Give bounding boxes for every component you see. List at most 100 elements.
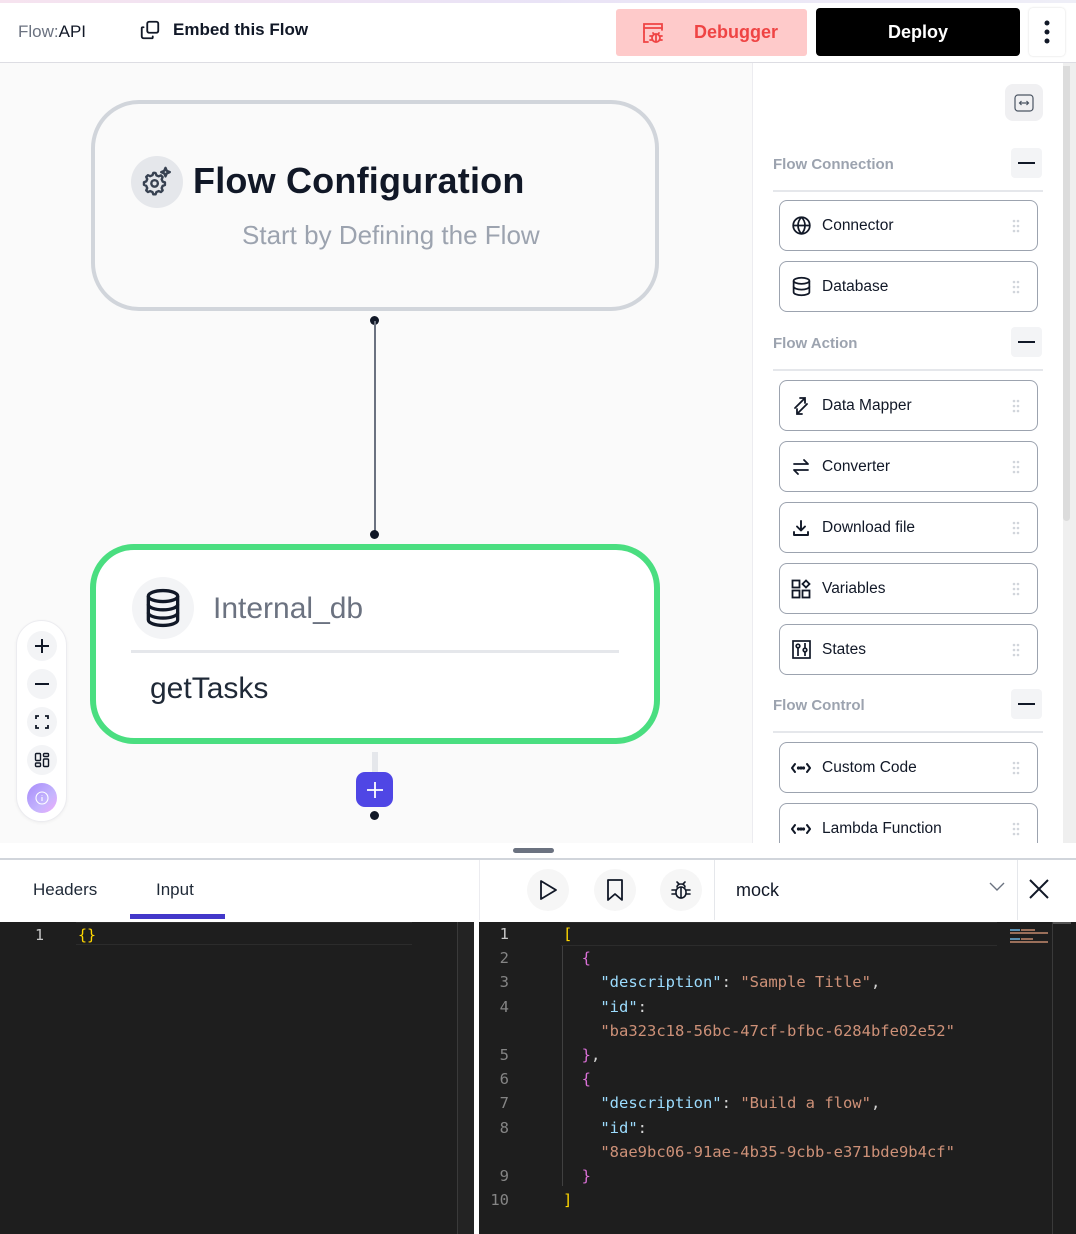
code-text: },: [581, 1046, 601, 1064]
fit-view-button[interactable]: [27, 707, 57, 737]
debugger-label: Debugger: [694, 22, 779, 42]
drag-handle-icon[interactable]: [1012, 521, 1020, 535]
flow-edge: [374, 321, 376, 535]
database-icon: [790, 276, 812, 298]
collapse-section-button[interactable]: [1011, 689, 1042, 719]
palette-item-label: Data Mapper: [822, 396, 912, 414]
deploy-button[interactable]: Deploy: [816, 8, 1020, 56]
debugger-icon: [643, 22, 663, 43]
layout-button[interactable]: [27, 745, 57, 775]
code-line: 8 "id":: [479, 1116, 1009, 1140]
editor-scrollbar-thumb[interactable]: [1053, 922, 1071, 924]
palette-item-label: Download file: [822, 518, 916, 536]
code-text: "id":: [600, 997, 647, 1016]
editor-scrollbar[interactable]: [1052, 922, 1076, 1234]
flow-configuration-node[interactable]: Flow Configuration Start by Defining the…: [91, 100, 659, 311]
node-title: Internal_db: [213, 592, 364, 625]
palette-item-connector[interactable]: Connector: [779, 200, 1038, 251]
section-divider: [773, 731, 1043, 733]
minus-icon: [35, 683, 49, 685]
response-toolbar: mock: [479, 860, 1076, 920]
code-line: 10]: [479, 1188, 1009, 1212]
collapse-section-button[interactable]: [1011, 148, 1042, 178]
drag-handle-icon[interactable]: [1012, 582, 1020, 596]
close-icon[interactable]: [1028, 878, 1050, 900]
mock-select-value: mock: [736, 880, 780, 900]
info-button[interactable]: [27, 783, 57, 813]
palette-item-converter[interactable]: Converter: [779, 441, 1038, 492]
line-number: 1: [35, 926, 45, 944]
download-icon: [790, 517, 812, 539]
node-operation: getTasks: [150, 672, 269, 705]
code-text: "description": "Sample Title",: [600, 973, 881, 992]
tab-input[interactable]: Input: [156, 880, 194, 900]
drag-handle-icon[interactable]: [1012, 761, 1020, 775]
drag-handle-icon[interactable]: [1012, 822, 1020, 836]
palette-item-data-mapper[interactable]: Data Mapper: [779, 380, 1038, 431]
flow-canvas[interactable]: Flow Configuration Start by Defining the…: [0, 63, 752, 858]
drag-handle-icon[interactable]: [1012, 643, 1020, 657]
debugger-button[interactable]: Debugger: [616, 9, 807, 56]
bug-icon: [671, 881, 691, 899]
code-line: 9 }: [479, 1164, 1009, 1188]
sidebar-scrollbar-thumb[interactable]: [1063, 66, 1070, 521]
code-line: 2 {: [479, 946, 1009, 970]
layout-icon: [34, 752, 50, 768]
embed-flow-label: Embed this Flow: [173, 20, 309, 39]
globe-icon: [790, 215, 812, 237]
code-text: "description": "Build a flow",: [600, 1094, 881, 1113]
embed-flow-button[interactable]: Embed this Flow: [139, 19, 308, 41]
mock-select[interactable]: mock: [714, 860, 1018, 920]
input-code-editor[interactable]: 1 {}: [0, 922, 474, 1234]
chevron-down-icon: [989, 882, 1005, 891]
palette-item-custom-code[interactable]: Custom Code: [779, 742, 1038, 793]
connection-handle[interactable]: [370, 530, 379, 539]
add-node-button[interactable]: [356, 772, 393, 807]
internal-db-node[interactable]: Internal_db getTasks: [90, 544, 660, 744]
palette-item-download-file[interactable]: Download file: [779, 502, 1038, 553]
collapse-sidebar-button[interactable]: [1005, 84, 1043, 121]
flow-title-prefix: Flow:: [18, 22, 59, 41]
more-options-button[interactable]: [1029, 8, 1065, 56]
add-node-stem: [372, 752, 378, 774]
code-line: 6 {: [479, 1067, 1009, 1091]
editor-minimap[interactable]: [1006, 926, 1050, 948]
node-title: Flow Configuration: [193, 160, 525, 201]
save-mock-button[interactable]: [594, 869, 636, 911]
zoom-in-button[interactable]: [27, 631, 57, 661]
line-number: 8: [499, 1118, 509, 1137]
variables-icon: [790, 578, 812, 600]
tab-headers[interactable]: Headers: [33, 880, 97, 900]
run-button[interactable]: [527, 869, 569, 911]
debug-button[interactable]: [660, 869, 702, 911]
response-code-editor[interactable]: 1[2 {3 "description": "Sample Title", 4 "…: [479, 922, 1076, 1234]
info-icon: [35, 791, 49, 805]
collapse-section-button[interactable]: [1011, 327, 1042, 357]
palette-item-states[interactable]: States: [779, 624, 1038, 675]
palette-item-label: Connector: [822, 216, 894, 234]
drag-handle-icon[interactable]: [1012, 280, 1020, 294]
kebab-menu-icon: [1044, 20, 1050, 44]
code-text: "8ae9bc06-91ae-4b35-9cbb-e371bde9b4cf": [600, 1142, 955, 1161]
section-title: Flow Connection: [773, 156, 894, 173]
canvas-controls: [16, 620, 67, 822]
drag-handle-icon[interactable]: [1012, 219, 1020, 233]
code-line: 1[: [479, 922, 1009, 946]
resize-handle[interactable]: [513, 848, 554, 853]
line-number: 2: [499, 949, 509, 968]
palette-item-database[interactable]: Database: [779, 261, 1038, 312]
request-tabs: Headers Input: [0, 860, 476, 920]
palette-item-variables[interactable]: Variables: [779, 563, 1038, 614]
connection-handle[interactable]: [370, 811, 379, 820]
code-line: 4 "id":: [479, 995, 1009, 1019]
palette-item-label: Variables: [822, 579, 886, 597]
section-title: Flow Action: [773, 335, 858, 352]
sliders-icon: [790, 639, 812, 661]
drag-handle-icon[interactable]: [1012, 460, 1020, 474]
drag-handle-icon[interactable]: [1012, 399, 1020, 413]
active-tab-indicator: [130, 914, 225, 919]
code-line: 7 "description": "Build a flow",: [479, 1091, 1009, 1115]
current-line-highlight: [76, 922, 412, 945]
line-number: 6: [499, 1070, 509, 1089]
zoom-out-button[interactable]: [27, 669, 57, 699]
